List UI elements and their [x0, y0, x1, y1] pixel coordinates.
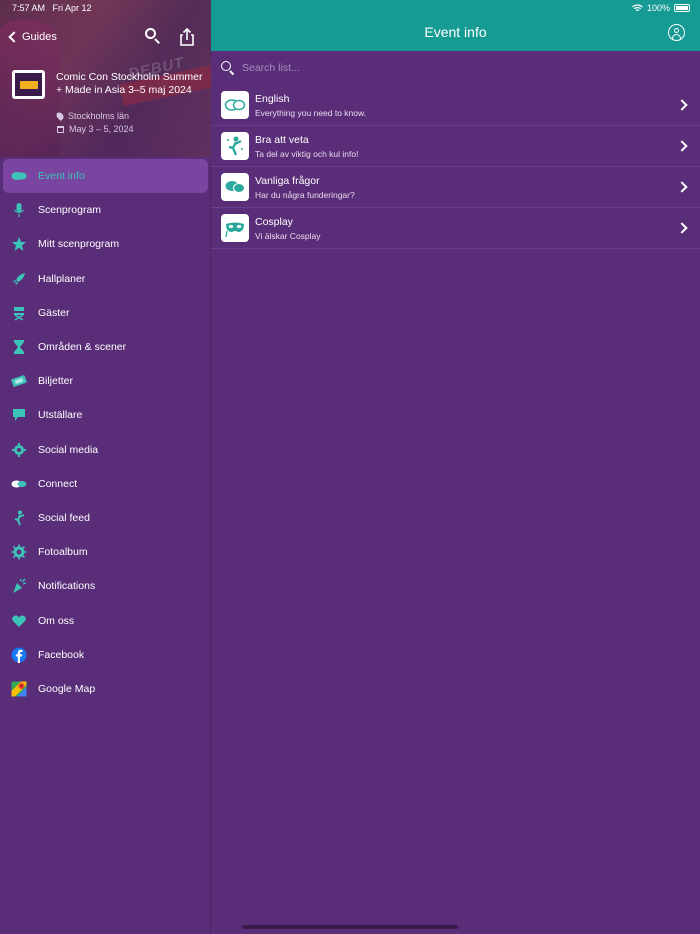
- sidebar-item-label: Event info: [38, 170, 85, 183]
- search-button[interactable]: [145, 28, 165, 48]
- back-button-label: Guides: [22, 31, 57, 43]
- mask-icon: [221, 214, 249, 242]
- search-icon: [145, 28, 161, 44]
- dancer-icon: [11, 510, 27, 526]
- battery-percent: 100%: [646, 3, 670, 13]
- sidebar-item-om-oss[interactable]: Om oss: [0, 603, 211, 637]
- sidebar-item-mitt-scenprogram[interactable]: Mitt scenprogram: [0, 227, 211, 261]
- sidebar-item-google-map[interactable]: Google Map: [0, 672, 211, 706]
- event-hero-banner: DEBUT 7:57 AM Fri Apr 12 Guides Comic Co…: [0, 0, 211, 157]
- sidebar-item-omraden-scener[interactable]: Områden & scener: [0, 330, 211, 364]
- chevron-left-icon: [8, 31, 20, 43]
- list-item-subtitle: Har du några funderingar?: [255, 189, 355, 200]
- navigation-bar: 100% Event info: [211, 0, 700, 51]
- chat-bubbles-filled-icon: [221, 173, 249, 201]
- event-logo: [12, 70, 45, 99]
- sidebar-item-gaster[interactable]: Gäster: [0, 296, 211, 330]
- sidebar-item-facebook[interactable]: Facebook: [0, 638, 211, 672]
- list-item-title: Vanliga frågor: [255, 174, 320, 187]
- sidebar-item-label: Utställare: [38, 409, 83, 422]
- sidebar-item-label: Google Map: [38, 682, 96, 695]
- sidebar-item-label: Mitt scenprogram: [38, 238, 120, 251]
- dancer-icon: [221, 132, 249, 160]
- battery-icon: [674, 4, 690, 12]
- share-icon: [180, 27, 194, 46]
- share-button[interactable]: [179, 27, 199, 48]
- status-time: 7:57 AM Fri Apr 12: [12, 3, 92, 13]
- sidebar-item-label: Fotoalbum: [38, 546, 88, 559]
- event-title: Comic Con Stockholm Summer + Made in Asi…: [56, 71, 203, 96]
- heart-icon: [11, 613, 27, 629]
- sidebar-item-label: Hallplaner: [38, 272, 86, 285]
- director-chair-icon: [11, 305, 27, 321]
- page-title: Event info: [424, 24, 487, 40]
- list-item-subtitle: Everything you need to know.: [255, 107, 367, 118]
- list-item-title: Cosplay: [255, 215, 293, 228]
- star-icon: [11, 236, 27, 252]
- list-item-cosplay[interactable]: Cosplay Vi älskar Cosplay: [211, 208, 700, 249]
- sidebar-item-fotoalbum[interactable]: Fotoalbum: [0, 535, 211, 569]
- sidebar-item-connect[interactable]: Connect: [0, 467, 211, 501]
- sidebar-item-label: Social media: [38, 443, 99, 456]
- main-panel: 100% Event info English Everything you n…: [211, 0, 700, 934]
- list-item-bra-att-veta[interactable]: Bra att veta Ta del av viktig och kul in…: [211, 126, 700, 167]
- facebook-icon: [11, 647, 27, 663]
- sidebar-item-label: Social feed: [38, 511, 90, 524]
- list-item-english[interactable]: English Everything you need to know.: [211, 85, 700, 126]
- chevron-right-icon: [676, 222, 688, 234]
- list-item-title: English: [255, 92, 290, 105]
- ticket-icon: [11, 373, 27, 389]
- profile-button[interactable]: [668, 24, 685, 41]
- list-item-title: Bra att veta: [255, 133, 309, 146]
- sidebar-item-scenprogram[interactable]: Scenprogram: [0, 193, 211, 227]
- sidebar-item-label: Gäster: [38, 306, 70, 319]
- sidebar-item-social-media[interactable]: Social media: [0, 433, 211, 467]
- location-pin-icon: [55, 111, 65, 121]
- event-info-list: English Everything you need to know. Bra…: [211, 85, 700, 249]
- search-input[interactable]: [242, 62, 662, 74]
- sidebar-item-label: Facebook: [38, 648, 85, 661]
- sidebar: DEBUT 7:57 AM Fri Apr 12 Guides Comic Co…: [0, 0, 211, 934]
- status-indicators: 100%: [632, 3, 690, 13]
- chevron-right-icon: [676, 181, 688, 193]
- sidebar-item-utstallare[interactable]: Utställare: [0, 398, 211, 432]
- sidebar-item-label: Om oss: [38, 614, 75, 627]
- chat-bubbles-icon: [221, 91, 249, 119]
- rocket-icon: [11, 271, 27, 287]
- sidebar-item-notifications[interactable]: Notifications: [0, 569, 211, 603]
- chevron-right-icon: [676, 99, 688, 111]
- calendar-icon: [57, 125, 64, 133]
- search-bar: [211, 52, 700, 84]
- sidebar-item-hallplaner[interactable]: Hallplaner: [0, 262, 211, 296]
- home-indicator[interactable]: [242, 925, 458, 929]
- search-icon: [221, 61, 235, 76]
- sidebar-item-biljetter[interactable]: Biljetter: [0, 364, 211, 398]
- flag-icon: [11, 407, 27, 423]
- back-button[interactable]: Guides: [8, 31, 57, 43]
- list-item-subtitle: Ta del av viktig och kul info!: [255, 148, 359, 159]
- microphone-icon: [11, 202, 27, 218]
- list-item-vanliga-fragor[interactable]: Vanliga frågor Har du några funderingar?: [211, 167, 700, 208]
- event-location: Stockholms län: [55, 111, 129, 121]
- sidebar-item-label: Biljetter: [38, 375, 74, 388]
- sidebar-item-label: Scenprogram: [38, 204, 102, 217]
- hourglass-icon: [11, 339, 27, 355]
- confetti-icon: [11, 578, 27, 594]
- list-item-subtitle: Vi älskar Cosplay: [255, 230, 321, 241]
- event-dates: May 3 – 5, 2024: [57, 124, 134, 134]
- sidebar-item-label: Områden & scener: [38, 341, 127, 354]
- gear-people-icon: [11, 442, 27, 458]
- sidebar-nav: Event info Scenprogram Mitt scenprogram …: [0, 159, 211, 706]
- sidebar-item-label: Connect: [38, 477, 78, 490]
- sidebar-item-social-feed[interactable]: Social feed: [0, 501, 211, 535]
- chat-bubbles-icon: [11, 168, 27, 184]
- chevron-right-icon: [676, 140, 688, 152]
- google-maps-icon: [11, 681, 27, 697]
- sidebar-item-label: Notifications: [38, 580, 96, 593]
- connect-bubbles-icon: [11, 476, 27, 492]
- sidebar-item-event-info[interactable]: Event info: [3, 159, 208, 194]
- photo-gear-icon: [11, 544, 27, 560]
- wifi-icon: [632, 4, 643, 12]
